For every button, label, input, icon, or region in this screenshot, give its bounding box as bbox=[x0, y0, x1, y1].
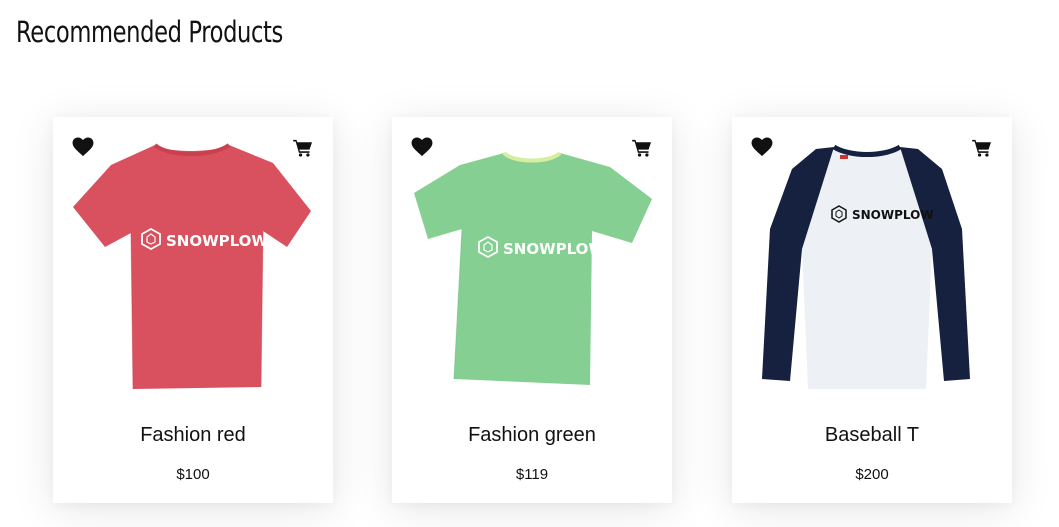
product-name[interactable]: Fashion green bbox=[392, 424, 672, 447]
product-image[interactable]: SNOWPLOW bbox=[742, 139, 1002, 395]
product-card[interactable]: SNOWPLOW Baseball T $200 bbox=[732, 117, 1012, 503]
tshirt-body bbox=[414, 153, 652, 385]
brand-text: SNOWPLOW bbox=[852, 208, 934, 222]
tshirt-shape bbox=[414, 151, 652, 385]
tshirt-body bbox=[73, 145, 311, 389]
brand-text: SNOWPLOW bbox=[503, 240, 605, 258]
product-grid: SNOWPLOW Fashion red $100 SNOWPLOW Fashi… bbox=[0, 0, 1059, 527]
raglan-shape bbox=[762, 144, 970, 389]
product-card[interactable]: SNOWPLOW Fashion red $100 bbox=[53, 117, 333, 503]
product-image[interactable]: SNOWPLOW bbox=[63, 139, 323, 395]
tshirt-shape bbox=[73, 143, 311, 390]
product-image[interactable]: SNOWPLOW bbox=[402, 139, 662, 395]
product-card[interactable]: SNOWPLOW Fashion green $119 bbox=[392, 117, 672, 503]
product-price: $200 bbox=[855, 466, 889, 483]
product-price: $100 bbox=[176, 466, 210, 483]
product-price: $119 bbox=[515, 466, 549, 483]
brand-text: SNOWPLOW bbox=[166, 232, 268, 250]
product-name[interactable]: Fashion red bbox=[53, 424, 333, 447]
product-name[interactable]: Baseball T bbox=[732, 424, 1012, 447]
